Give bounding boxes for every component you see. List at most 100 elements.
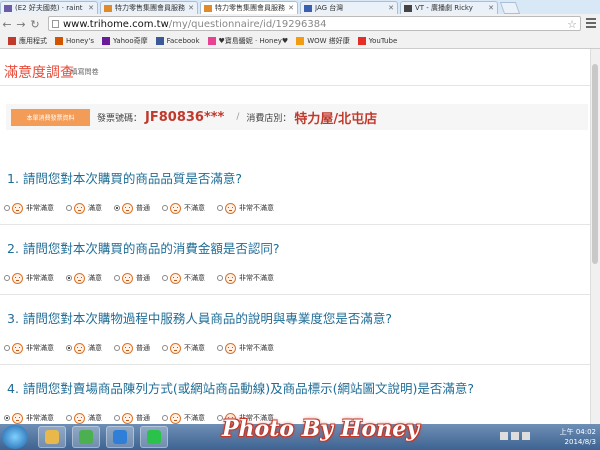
close-tab-icon[interactable]: ✕ xyxy=(188,4,194,12)
invoice-value: JF80836*** xyxy=(145,109,225,125)
face-icon xyxy=(225,202,236,214)
option-label: 非常不滿意 xyxy=(239,344,274,352)
radio-button[interactable] xyxy=(217,345,223,351)
radio-button[interactable] xyxy=(66,415,72,421)
radio-button[interactable] xyxy=(66,345,72,351)
bookmark-item[interactable]: WOW 搭好康 xyxy=(296,36,350,46)
option-label: 普通 xyxy=(136,204,150,212)
rating-option[interactable]: 滿意 xyxy=(66,342,102,354)
address-bar[interactable]: www.trihome.com.tw/my/questionnaire/id/1… xyxy=(48,16,581,31)
option-label: 不滿意 xyxy=(184,204,205,212)
option-label: 非常不滿意 xyxy=(239,274,274,282)
rating-option[interactable]: 非常滿意 xyxy=(4,272,54,284)
rating-option[interactable]: 不滿意 xyxy=(162,272,205,284)
radio-button[interactable] xyxy=(4,345,10,351)
rating-option[interactable]: 不滿意 xyxy=(162,412,205,424)
scrollbar[interactable] xyxy=(590,49,600,424)
browser-tab[interactable]: JAG 台灣 ✕ xyxy=(300,1,398,14)
tab-label: 特力零售集團會員服務 xyxy=(115,4,185,12)
rating-option[interactable]: 不滿意 xyxy=(162,342,205,354)
browser-tab[interactable]: VT - 廣播劇 Ricky ✕ xyxy=(400,1,498,14)
bookmark-star-icon[interactable]: ☆ xyxy=(567,17,577,32)
rating-option[interactable]: 普通 xyxy=(114,412,150,424)
radio-button[interactable] xyxy=(114,205,120,211)
taskbar-ie-button[interactable] xyxy=(106,426,134,448)
option-label: 非常滿意 xyxy=(26,204,54,212)
menu-icon[interactable] xyxy=(586,18,596,30)
rating-option[interactable]: 滿意 xyxy=(66,412,102,424)
bookmarks-bar: 應用程式 Honey's Yahoo奇摩 Facebook ♥寶島醬妮 · Honey♥… xyxy=(0,34,600,49)
radio-button[interactable] xyxy=(114,415,120,421)
radio-button[interactable] xyxy=(162,205,168,211)
taskbar-chrome-button[interactable] xyxy=(72,426,100,448)
back-arrow-icon[interactable]: ← xyxy=(0,18,14,31)
radio-button[interactable] xyxy=(217,205,223,211)
radio-button[interactable] xyxy=(4,275,10,281)
face-icon xyxy=(74,412,85,424)
radio-button[interactable] xyxy=(4,415,10,421)
rating-option[interactable]: 普通 xyxy=(114,272,150,284)
radio-button[interactable] xyxy=(66,275,72,281)
option-label: 非常滿意 xyxy=(26,274,54,282)
invoice-info-button[interactable]: 本單消費發票資料 xyxy=(11,108,90,126)
browser-tab[interactable]: 特力零售集團會員服務 ✕ xyxy=(200,1,298,14)
face-icon xyxy=(225,342,236,354)
radio-button[interactable] xyxy=(162,345,168,351)
bookmark-item[interactable]: 應用程式 xyxy=(8,36,47,46)
rating-option[interactable]: 滿意 xyxy=(66,202,102,214)
browser-tab[interactable]: (E2 好夫國苑) · raint ✕ xyxy=(0,1,98,14)
url-path: /my/questionnaire/id/19296384 xyxy=(168,19,327,30)
volume-icon[interactable] xyxy=(522,432,530,440)
bookmark-item[interactable]: Honey's xyxy=(55,37,94,45)
bookmark-item[interactable]: Facebook xyxy=(155,37,200,45)
rating-options: 非常滿意 滿意 普通 不滿意 非常不滿意 xyxy=(4,200,286,216)
bookmark-item[interactable]: YouTube xyxy=(357,37,397,45)
face-icon xyxy=(74,342,85,354)
network-icon[interactable] xyxy=(511,432,519,440)
header-divider xyxy=(0,85,591,86)
close-tab-icon[interactable]: ✕ xyxy=(488,4,494,12)
questionnaire-page: 滿意度調查 / 填寫問卷 本單消費發票資料 發票號碼： JF80836*** /… xyxy=(0,49,591,424)
close-tab-icon[interactable]: ✕ xyxy=(288,4,294,12)
radio-button[interactable] xyxy=(66,205,72,211)
taskbar-explorer-button[interactable] xyxy=(38,426,66,448)
forward-arrow-icon[interactable]: → xyxy=(14,18,28,31)
rating-option[interactable]: 不滿意 xyxy=(162,202,205,214)
face-icon xyxy=(74,202,85,214)
taskbar-line-button[interactable] xyxy=(140,426,168,448)
scrollbar-thumb[interactable] xyxy=(592,64,598,264)
radio-button[interactable] xyxy=(4,205,10,211)
flag-icon[interactable] xyxy=(500,432,508,440)
start-button[interactable] xyxy=(2,425,28,449)
rating-option[interactable]: 非常不滿意 xyxy=(217,342,274,354)
url-host: www.trihome.com.tw xyxy=(63,19,169,30)
browser-toolbar: ← → ↻ www.trihome.com.tw/my/questionnair… xyxy=(0,14,600,34)
page-icon xyxy=(52,20,59,28)
radio-button[interactable] xyxy=(114,345,120,351)
bookmark-item[interactable]: Yahoo奇摩 xyxy=(102,36,148,46)
close-tab-icon[interactable]: ✕ xyxy=(388,4,394,12)
question-text: 3. 請問您對本次購物過程中服務人員商品的說明與專業度您是否滿意? xyxy=(7,311,393,326)
rating-option[interactable]: 普通 xyxy=(114,342,150,354)
radio-button[interactable] xyxy=(162,415,168,421)
radio-button[interactable] xyxy=(217,275,223,281)
radio-button[interactable] xyxy=(162,275,168,281)
question-divider xyxy=(0,224,591,225)
rating-option[interactable]: 非常不滿意 xyxy=(217,272,274,284)
browser-tab[interactable]: 特力零售集團會員服務 ✕ xyxy=(100,1,198,14)
reload-icon[interactable]: ↻ xyxy=(28,18,42,31)
bookmark-item[interactable]: ♥寶島醬妮 · Honey♥ xyxy=(207,36,288,46)
rating-option[interactable]: 普通 xyxy=(114,202,150,214)
rating-option[interactable]: 非常滿意 xyxy=(4,412,54,424)
page-subtitle: / 填寫問卷 xyxy=(66,68,99,76)
clock[interactable]: 上午 04:02 2014/8/3 xyxy=(560,427,596,447)
rating-option[interactable]: 非常不滿意 xyxy=(217,202,274,214)
tab-favicon-icon xyxy=(104,4,112,12)
new-tab-button[interactable] xyxy=(499,2,521,14)
close-tab-icon[interactable]: ✕ xyxy=(88,4,94,12)
rating-option[interactable]: 非常滿意 xyxy=(4,342,54,354)
rating-option[interactable]: 滿意 xyxy=(66,272,102,284)
rating-option[interactable]: 非常滿意 xyxy=(4,202,54,214)
radio-button[interactable] xyxy=(114,275,120,281)
watermark: Photo By Honey xyxy=(222,416,419,442)
